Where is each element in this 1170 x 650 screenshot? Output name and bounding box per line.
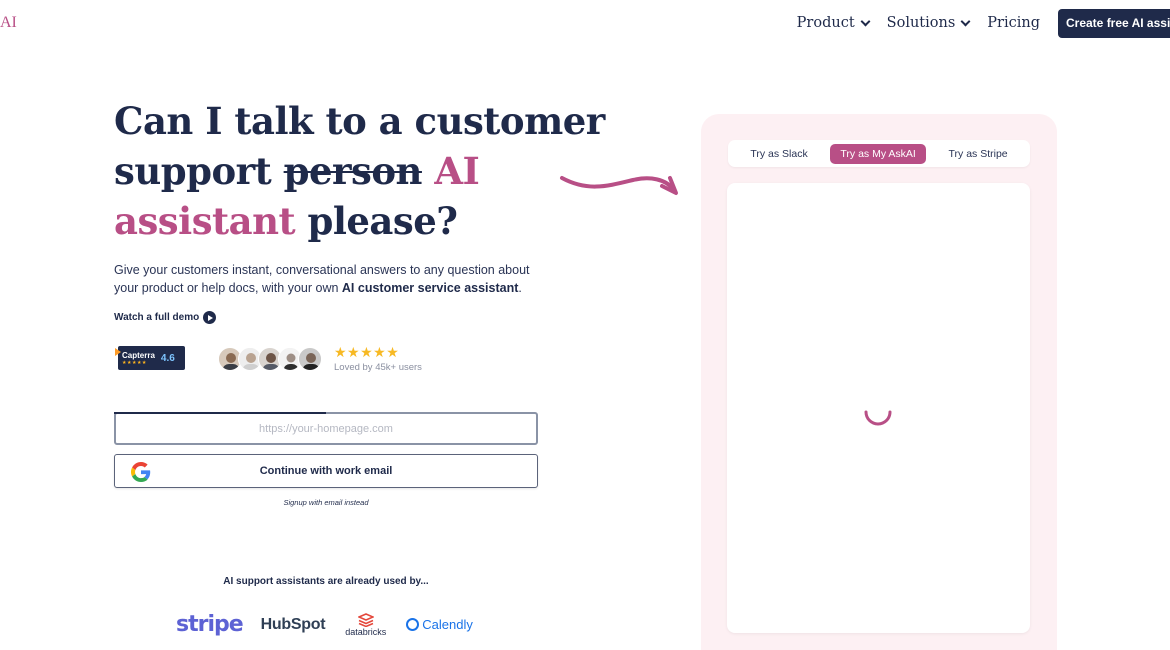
homepage-url-input[interactable] xyxy=(116,414,536,443)
signup-email-link[interactable]: Signup with email instead xyxy=(114,498,538,507)
chevron-down-icon xyxy=(860,16,871,26)
sub-end: . xyxy=(518,281,522,295)
sub-bold: AI customer service assistant xyxy=(341,281,519,295)
headline-strike: person xyxy=(283,149,423,193)
avatar xyxy=(298,347,322,371)
headline-part2: please? xyxy=(295,199,458,243)
databricks-label: databricks xyxy=(345,626,387,637)
hero-subtitle: Give your customers instant, conversatio… xyxy=(114,261,544,297)
calendly-label: Calendly xyxy=(422,617,473,632)
nav-item-product[interactable]: Product xyxy=(796,15,871,31)
input-focus-bar xyxy=(114,412,326,414)
rating-stars: ★★★★★ xyxy=(334,344,400,360)
databricks-icon xyxy=(357,612,374,627)
continue-work-email-button[interactable]: Continue with work email xyxy=(114,454,538,488)
chevron-down-icon xyxy=(960,16,971,26)
demo-tabs: Try as Slack Try as My AskAI Try as Stri… xyxy=(728,140,1030,167)
capterra-flag-icon xyxy=(115,348,121,356)
stripe-logo: stripe xyxy=(176,612,244,637)
nav-item-label: Product xyxy=(796,15,855,31)
demo-label: Watch a full demo xyxy=(114,312,200,323)
hero-headline: Can I talk to a customer support person … xyxy=(114,96,614,246)
google-icon xyxy=(131,462,151,482)
watch-demo-link[interactable]: Watch a full demo xyxy=(114,311,217,324)
nav-item-label: Pricing xyxy=(987,15,1040,31)
tab-stripe[interactable]: Try as Stripe xyxy=(939,144,1018,164)
used-by-heading: AI support assistants are already used b… xyxy=(223,576,429,587)
chat-window xyxy=(727,183,1030,633)
homepage-url-field[interactable] xyxy=(114,412,538,445)
databricks-logo: databricks xyxy=(345,612,387,637)
nav-item-solutions[interactable]: Solutions xyxy=(886,15,971,31)
customer-logos: stripe HubSpot databricks Calendly xyxy=(176,612,473,637)
play-icon xyxy=(203,311,217,324)
calendly-icon xyxy=(406,618,420,631)
google-button-label: Continue with work email xyxy=(259,465,393,477)
capterra-score: 4.6 xyxy=(160,352,175,364)
capterra-name: Capterra xyxy=(122,350,155,360)
curved-arrow-icon xyxy=(560,176,678,195)
tab-my-askai[interactable]: Try as My AskAI xyxy=(830,143,926,164)
hubspot-logo: HubSpot xyxy=(260,615,326,633)
brand-logo[interactable]: AI xyxy=(0,14,17,32)
capterra-badge: Capterra ★★★★★ 4.6 xyxy=(115,346,185,370)
top-nav: Product Solutions Pricing Create free AI… xyxy=(797,8,1170,38)
user-rating: ★★★★★ Loved by 45k+ users xyxy=(334,344,422,373)
nav-item-label: Solutions xyxy=(886,15,956,31)
calendly-logo: Calendly xyxy=(406,617,473,632)
capterra-stars: ★★★★★ xyxy=(122,359,147,366)
capterra-text: Capterra ★★★★★ xyxy=(122,351,155,366)
nav-item-pricing[interactable]: Pricing xyxy=(987,15,1040,31)
loading-spinner-icon xyxy=(864,410,892,426)
create-assistant-button[interactable]: Create free AI assistant xyxy=(1058,8,1170,38)
loved-by-text: Loved by 45k+ users xyxy=(334,362,422,373)
tab-slack[interactable]: Try as Slack xyxy=(740,144,817,164)
user-avatars xyxy=(218,347,322,371)
